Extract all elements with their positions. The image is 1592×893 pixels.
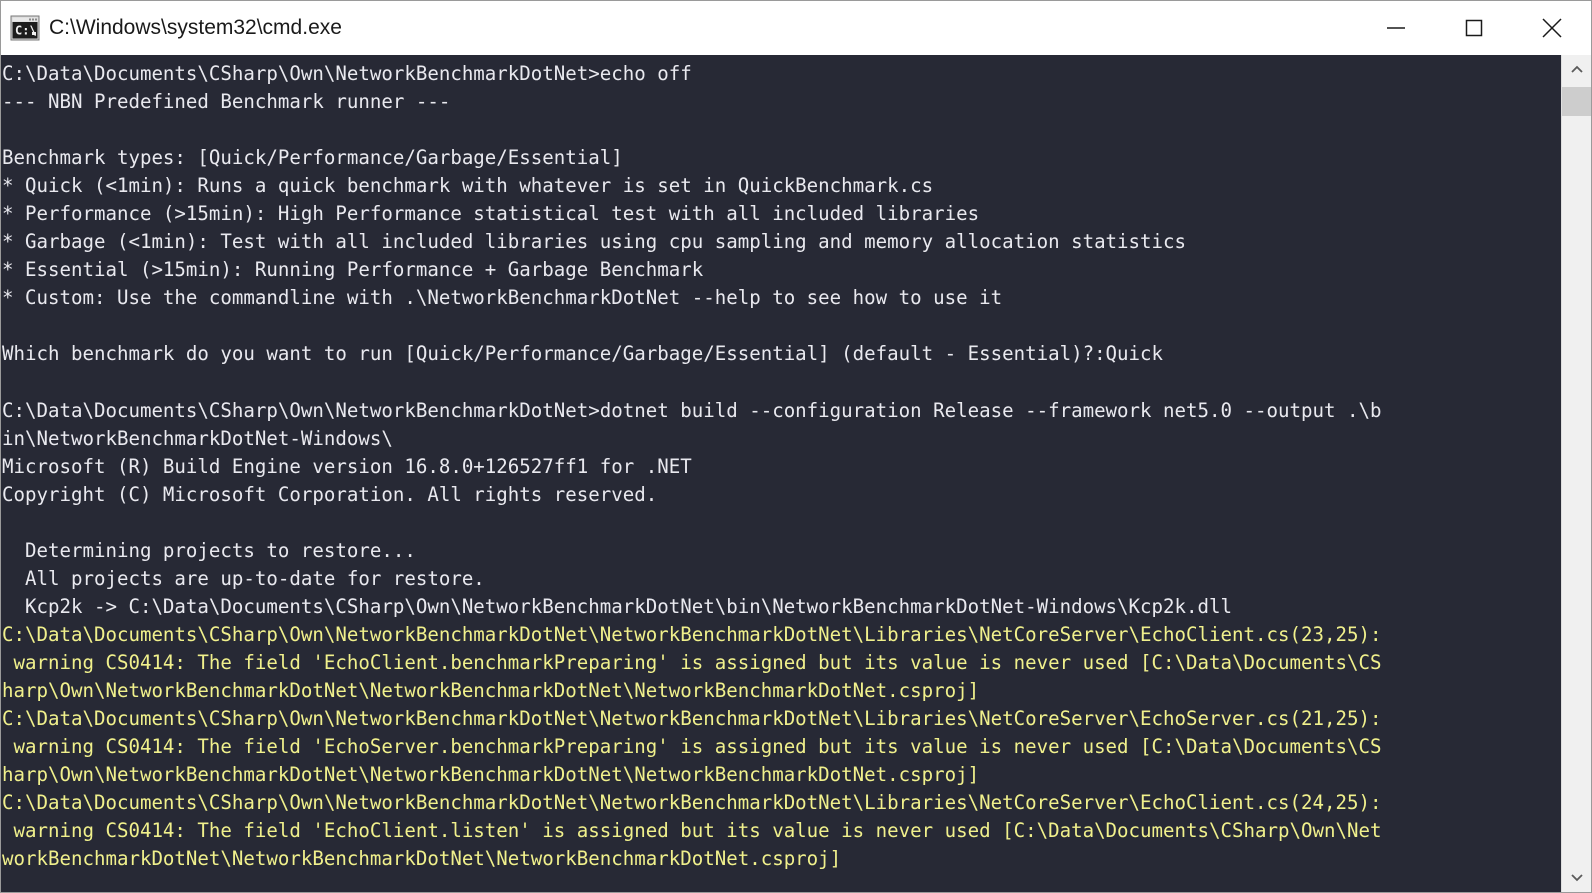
console-line: C:\Data\Documents\CSharp\Own\NetworkBenc… bbox=[2, 791, 1382, 815]
close-button[interactable] bbox=[1513, 1, 1591, 54]
console-line: * Custom: Use the commandline with .\Net… bbox=[2, 286, 1003, 310]
window-title: C:\Windows\system32\cmd.exe bbox=[49, 15, 342, 39]
console-line: C:\Data\Documents\CSharp\Own\NetworkBenc… bbox=[2, 62, 692, 85]
console-line: in\NetworkBenchmarkDotNet-Windows\ bbox=[2, 426, 393, 450]
console-line: * Essential (>15min): Running Performanc… bbox=[2, 258, 704, 282]
console-line: harp\Own\NetworkBenchmarkDotNet\NetworkB… bbox=[2, 763, 980, 787]
console-line: --- NBN Predefined Benchmark runner --- bbox=[2, 90, 451, 114]
console-line: C:\Data\Documents\CSharp\Own\NetworkBenc… bbox=[2, 707, 1382, 731]
console-line: harp\Own\NetworkBenchmarkDotNet\NetworkB… bbox=[2, 679, 980, 703]
scrollbar-track[interactable] bbox=[1562, 85, 1591, 862]
console-line: All projects are up-to-date for restore. bbox=[2, 566, 485, 590]
vertical-scrollbar[interactable] bbox=[1561, 55, 1591, 892]
title-bar-left: C:\ C:\Windows\system32\cmd.exe bbox=[1, 15, 1357, 41]
minimize-button[interactable] bbox=[1357, 1, 1435, 54]
title-bar[interactable]: C:\ C:\Windows\system32\cmd.exe bbox=[1, 1, 1591, 55]
console-line: Determining projects to restore... bbox=[2, 538, 416, 562]
console-line: * Garbage (<1min): Test with all include… bbox=[2, 230, 1187, 254]
scroll-down-arrow-icon[interactable] bbox=[1562, 862, 1591, 892]
console-line: C:\Data\Documents\CSharp\Own\NetworkBenc… bbox=[2, 622, 1382, 646]
console-line: Which benchmark do you want to run [Quic… bbox=[2, 342, 1164, 366]
console-line: Microsoft (R) Build Engine version 16.8.… bbox=[2, 454, 692, 478]
console-line: * Performance (>15min): High Performance… bbox=[2, 202, 980, 226]
console-line: Copyright (C) Microsoft Corporation. All… bbox=[2, 482, 658, 506]
console-line-list: C:\Data\Documents\CSharp\Own\NetworkBenc… bbox=[1, 60, 1561, 873]
console-line: Kcp2k -> C:\Data\Documents\CSharp\Own\Ne… bbox=[2, 594, 1233, 618]
maximize-button[interactable] bbox=[1435, 1, 1513, 54]
scroll-up-arrow-icon[interactable] bbox=[1562, 55, 1591, 85]
console-line: Benchmark types: [Quick/Performance/Garb… bbox=[2, 146, 623, 170]
cmd-console-icon: C:\ bbox=[10, 15, 40, 41]
console-line: workBenchmarkDotNet\NetworkBenchmarkDotN… bbox=[2, 847, 842, 871]
console-area: C:\Data\Documents\CSharp\Own\NetworkBenc… bbox=[1, 55, 1591, 892]
window-controls bbox=[1357, 1, 1591, 54]
console-line: C:\Data\Documents\CSharp\Own\NetworkBenc… bbox=[2, 398, 1382, 422]
console-line: warning CS0414: The field 'EchoServer.be… bbox=[2, 735, 1382, 759]
scrollbar-thumb[interactable] bbox=[1562, 87, 1591, 116]
console-line: warning CS0414: The field 'EchoClient.li… bbox=[2, 819, 1382, 843]
console-line: warning CS0414: The field 'EchoClient.be… bbox=[2, 650, 1382, 674]
svg-text:C:\: C:\ bbox=[15, 23, 37, 37]
cmd-window: C:\ C:\Windows\system32\cmd.exe C:\Data\… bbox=[0, 0, 1592, 893]
console-output[interactable]: C:\Data\Documents\CSharp\Own\NetworkBenc… bbox=[1, 55, 1561, 892]
console-line: * Quick (<1min): Runs a quick benchmark … bbox=[2, 174, 934, 198]
